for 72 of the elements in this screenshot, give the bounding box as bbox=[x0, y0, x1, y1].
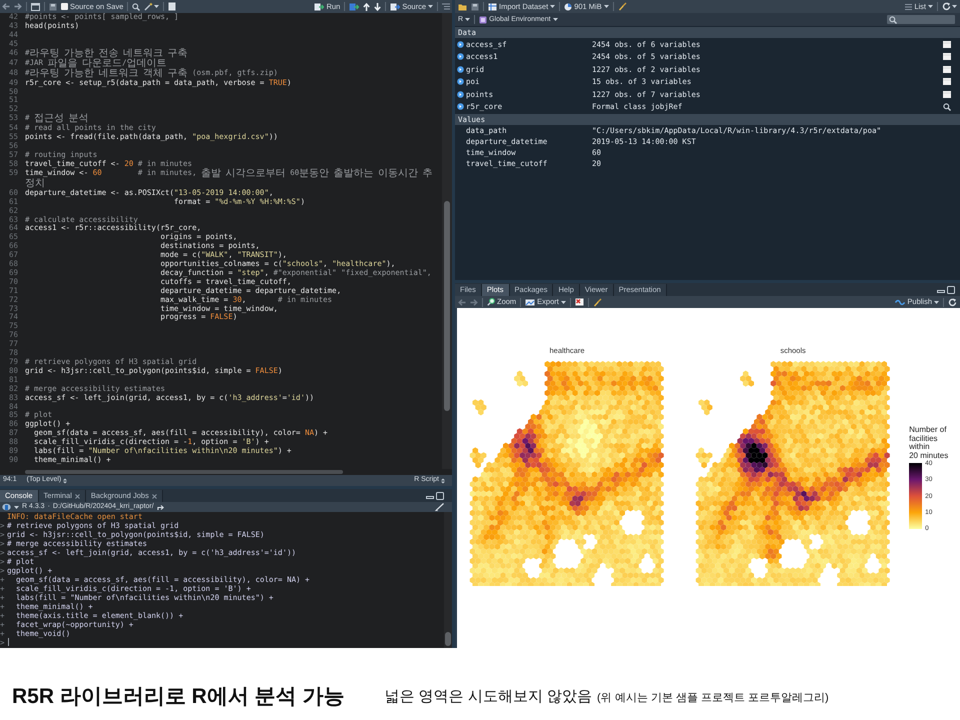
expand-icon[interactable] bbox=[457, 90, 464, 98]
checkbox[interactable] bbox=[61, 3, 68, 10]
caret-icon bbox=[952, 5, 957, 8]
publish-icon bbox=[895, 298, 906, 306]
show-in-window-icon[interactable] bbox=[31, 2, 40, 10]
caret-icon bbox=[928, 5, 933, 8]
aside-text: (위 예시는 기본 샘플 프로젝트 포르투알레그리) bbox=[597, 691, 829, 706]
table-icon[interactable] bbox=[943, 66, 951, 73]
refresh-icon[interactable] bbox=[948, 298, 957, 306]
scrollbar-thumb[interactable] bbox=[444, 201, 450, 411]
notebook-icon[interactable] bbox=[168, 2, 176, 11]
broom-icon[interactable] bbox=[592, 298, 602, 306]
forward-arrow-icon[interactable] bbox=[14, 3, 22, 10]
environment-icon bbox=[479, 16, 488, 24]
minimize-icon[interactable] bbox=[426, 493, 434, 499]
go-to-directory-icon[interactable] bbox=[156, 504, 164, 510]
maximize-icon[interactable] bbox=[947, 286, 955, 294]
search-icon[interactable] bbox=[132, 2, 140, 10]
magic-wand-icon[interactable] bbox=[144, 2, 154, 11]
expand-icon[interactable] bbox=[457, 53, 464, 60]
search-field[interactable] bbox=[887, 15, 955, 24]
expand-icon[interactable] bbox=[457, 66, 464, 73]
table-icon bbox=[488, 2, 497, 10]
open-folder-icon[interactable] bbox=[458, 2, 467, 10]
magnifier-icon bbox=[487, 298, 495, 306]
image-icon bbox=[525, 298, 536, 306]
expand-icon[interactable] bbox=[457, 103, 464, 110]
caret-icon bbox=[154, 5, 160, 8]
note-text: 넓은 영역은 시도해보지 않았음 bbox=[384, 687, 592, 707]
table-icon[interactable] bbox=[943, 90, 951, 98]
up-down-arrows-icon[interactable] bbox=[63, 478, 68, 484]
scrollbar-thumb[interactable] bbox=[445, 632, 451, 646]
delete-plot-icon[interactable] bbox=[574, 298, 584, 306]
legend-title: Number of facilities within 20 minutes bbox=[909, 426, 950, 460]
close-icon[interactable] bbox=[152, 494, 157, 498]
r-logo-icon bbox=[2, 503, 11, 511]
scrollbar-thumb[interactable] bbox=[25, 470, 343, 474]
pie-chart-icon bbox=[564, 2, 572, 10]
up-arrow-icon[interactable] bbox=[363, 2, 370, 10]
caret-icon bbox=[604, 5, 609, 8]
table-icon[interactable] bbox=[943, 40, 951, 48]
expand-icon[interactable] bbox=[457, 40, 464, 48]
search-icon[interactable] bbox=[943, 102, 951, 111]
table-icon[interactable] bbox=[943, 78, 951, 86]
up-down-arrows-icon[interactable] bbox=[441, 478, 445, 484]
table-icon[interactable] bbox=[943, 53, 951, 60]
outline-icon[interactable] bbox=[442, 3, 450, 10]
run-icon bbox=[314, 2, 324, 10]
broom-icon[interactable] bbox=[618, 2, 627, 11]
text-cursor bbox=[8, 638, 9, 646]
list-icon bbox=[905, 4, 912, 10]
close-icon[interactable] bbox=[74, 494, 80, 498]
caret-icon bbox=[934, 300, 939, 304]
expand-icon[interactable] bbox=[457, 78, 464, 86]
source-icon bbox=[390, 2, 400, 10]
color-scale-bar bbox=[909, 463, 922, 529]
caret-icon bbox=[14, 506, 19, 508]
refresh-icon[interactable] bbox=[942, 2, 951, 11]
maximize-icon[interactable] bbox=[436, 492, 444, 500]
back-arrow-icon[interactable] bbox=[2, 3, 10, 10]
clear-console-icon[interactable] bbox=[435, 503, 444, 511]
rerun-icon[interactable] bbox=[349, 2, 360, 10]
headline: R5R 라이브러리로 R에서 분석 가능 bbox=[12, 684, 345, 710]
caret-icon bbox=[465, 18, 470, 21]
down-arrow-icon[interactable] bbox=[374, 2, 382, 10]
caret-icon bbox=[550, 5, 556, 8]
caret-icon bbox=[560, 300, 566, 304]
save-icon[interactable] bbox=[471, 2, 479, 10]
minimize-icon[interactable] bbox=[937, 287, 945, 293]
caret-icon bbox=[428, 5, 433, 8]
caret-icon bbox=[552, 18, 558, 21]
save-icon[interactable] bbox=[49, 2, 57, 10]
